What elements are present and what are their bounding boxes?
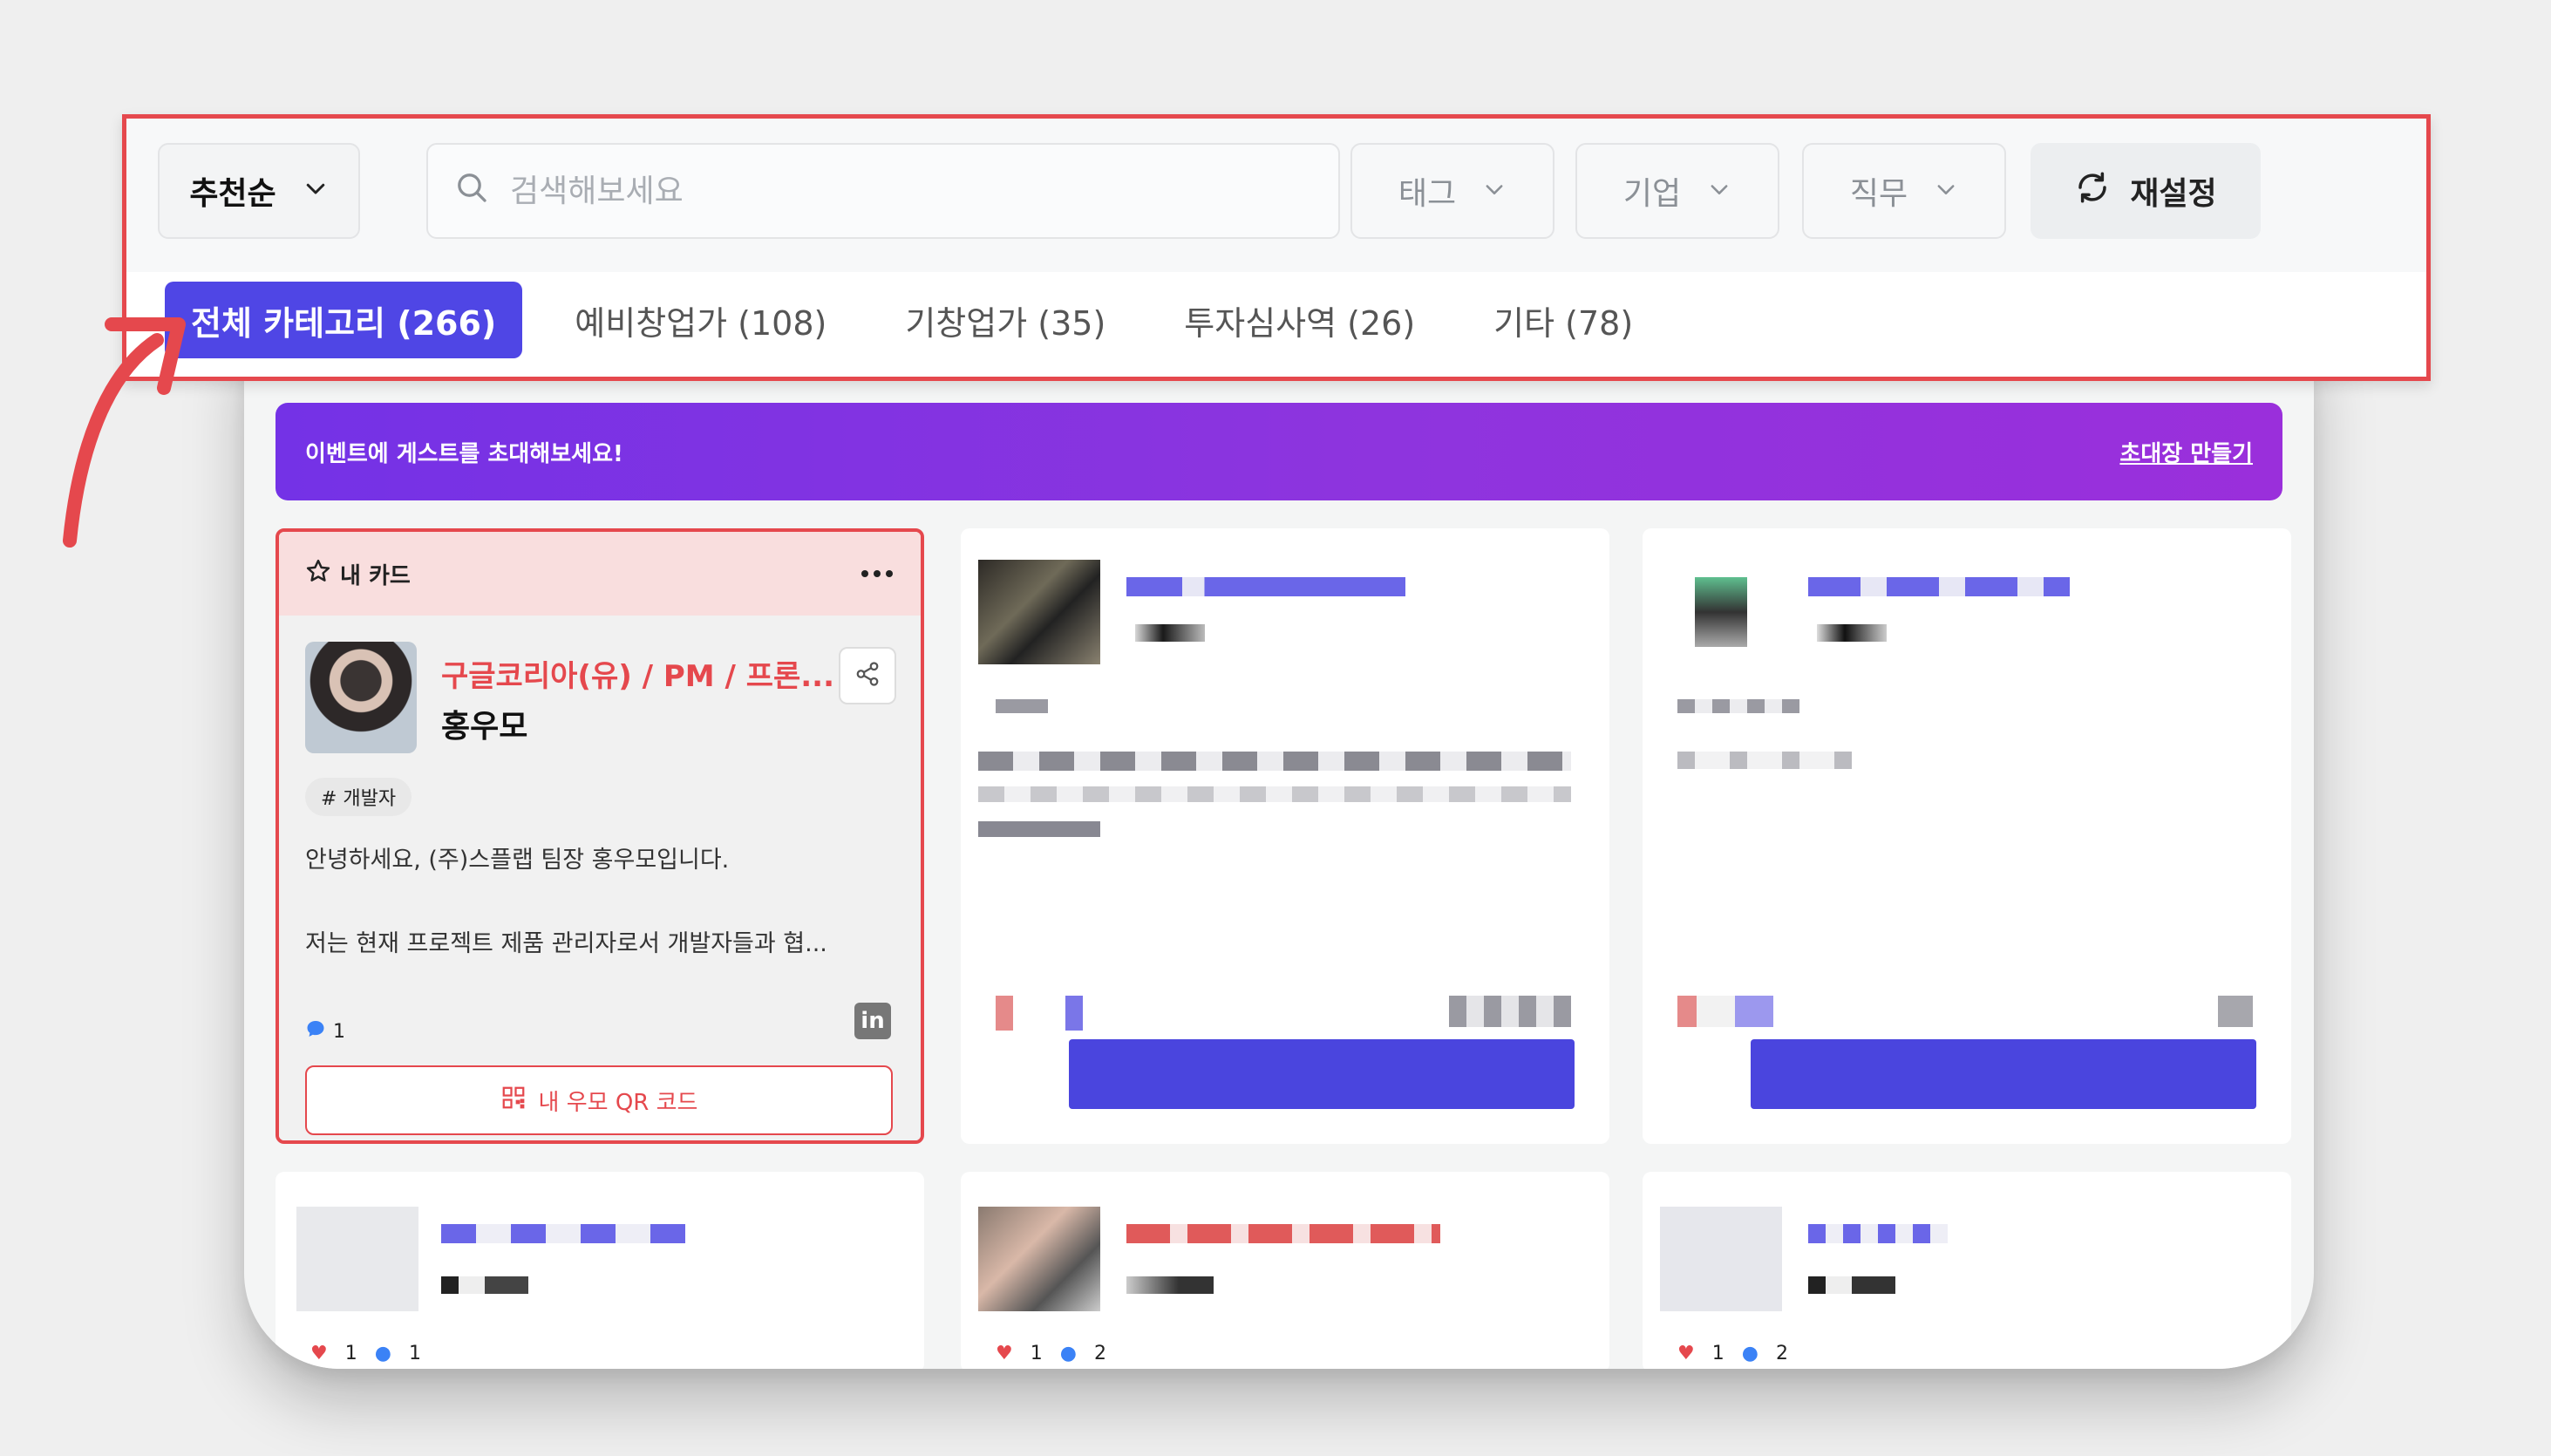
create-invitation-link[interactable]: 초대장 만들기 xyxy=(2119,436,2253,468)
intro-line-1: 안녕하세요, (주)스플랩 팀장 홍우모입니다. xyxy=(305,847,730,874)
qr-code-button[interactable]: 내 우모 QR 코드 xyxy=(305,1065,893,1135)
comment-number: 1 xyxy=(333,1020,345,1043)
sort-label: 추천순 xyxy=(189,176,276,212)
chevron-down-icon xyxy=(303,173,329,209)
card-stats: ♥ 1 ● 1 xyxy=(310,1343,421,1364)
job-dropdown[interactable]: 직무 xyxy=(1802,143,2006,239)
qr-button-label: 내 우모 QR 코드 xyxy=(538,1089,698,1116)
intro-line-2: 저는 현재 프로젝트 제품 관리자로서 개발자들과 협... xyxy=(305,930,827,957)
blurred-cta-button[interactable] xyxy=(1069,1039,1575,1109)
profile-card-blurred[interactable] xyxy=(1643,528,2291,1144)
chevron-down-icon xyxy=(1707,173,1731,209)
profile-card-blurred[interactable]: ♥ 1 ● 2 xyxy=(1643,1172,2291,1369)
my-card-body: 구글코리아(유) / PM / 프론... 홍우모 # 개발자 안녕하세요, (… xyxy=(279,616,921,1140)
my-card-header: 내 카드 xyxy=(279,532,921,616)
person-name: 홍우모 xyxy=(441,709,528,745)
blurred-cta-button[interactable] xyxy=(1751,1039,2256,1109)
card-stats: ♥ 1 ● 2 xyxy=(1677,1343,1788,1364)
search-box[interactable] xyxy=(426,143,1340,239)
my-card-title: 내 카드 xyxy=(340,562,411,589)
blurred-avatar xyxy=(978,560,1100,664)
company-title: 구글코리아(유) / PM / 프론... xyxy=(441,659,835,694)
comment-icon: ● xyxy=(1741,1343,1758,1364)
tab-all[interactable]: 전체 카테고리 (266) xyxy=(165,282,523,358)
profile-card-blurred[interactable]: ♥ 1 ● 1 xyxy=(276,1172,924,1369)
chevron-down-icon xyxy=(1482,173,1507,209)
sort-dropdown[interactable]: 추천순 xyxy=(158,143,360,239)
comment-icon xyxy=(305,1018,326,1044)
heart-icon: ♥ xyxy=(1677,1343,1695,1364)
tag-badge[interactable]: # 개발자 xyxy=(305,778,412,816)
search-input[interactable] xyxy=(508,172,1296,210)
company-label: 기업 xyxy=(1622,176,1682,212)
banner-text: 이벤트에 게스트를 초대해보세요! xyxy=(305,440,623,467)
heart-icon: ♥ xyxy=(310,1343,328,1364)
profile-card-blurred[interactable]: ♥ 1 ● 2 xyxy=(961,1172,1609,1369)
category-tabs: 전체 카테고리 (266) 예비창업가 (108) 기창업가 (35) 투자심사… xyxy=(165,281,1685,359)
my-card: 내 카드 구글코리아(유) / PM / 프론... 홍우모 # 개발자 안녕하… xyxy=(276,528,924,1144)
star-icon[interactable] xyxy=(305,558,331,590)
heart-icon: ♥ xyxy=(996,1343,1013,1364)
qr-icon xyxy=(500,1085,527,1117)
company-dropdown[interactable]: 기업 xyxy=(1575,143,1779,239)
filter-panel: 추천순 태그 기업 직무 xyxy=(122,114,2431,381)
linkedin-icon[interactable]: in xyxy=(854,1003,891,1039)
card-stats: ♥ 1 ● 2 xyxy=(996,1343,1106,1364)
page-mockup: 이벤트에 게스트를 초대해보세요! 초대장 만들기 내 카드 구글코리아(유) … xyxy=(244,331,2314,1369)
tab-pre-founder[interactable]: 예비창업가 (108) xyxy=(548,282,853,358)
chevron-down-icon xyxy=(1934,173,1958,209)
blurred-avatar xyxy=(1695,577,1747,647)
job-label: 직무 xyxy=(1849,176,1908,212)
share-button[interactable] xyxy=(839,647,896,704)
refresh-icon xyxy=(2074,169,2111,214)
tab-other[interactable]: 기타 (78) xyxy=(1467,282,1659,358)
tab-founder[interactable]: 기창업가 (35) xyxy=(879,282,1132,358)
avatar xyxy=(305,642,417,753)
tag-label: 태그 xyxy=(1398,176,1457,212)
comment-icon: ● xyxy=(1059,1343,1077,1364)
share-icon xyxy=(854,661,881,691)
search-icon xyxy=(454,170,489,213)
profile-card-blurred[interactable] xyxy=(961,528,1609,1144)
reset-button[interactable]: 재설정 xyxy=(2031,143,2261,239)
comment-icon: ● xyxy=(374,1343,391,1364)
invite-banner: 이벤트에 게스트를 초대해보세요! 초대장 만들기 xyxy=(276,403,2282,500)
more-icon[interactable] xyxy=(860,566,895,582)
comment-count: 1 xyxy=(305,1018,345,1044)
filter-bar: 추천순 태그 기업 직무 xyxy=(126,119,2426,272)
tag-dropdown[interactable]: 태그 xyxy=(1350,143,1554,239)
reset-label: 재설정 xyxy=(2130,176,2217,212)
tab-investor[interactable]: 투자심사역 (26) xyxy=(1158,282,1441,358)
